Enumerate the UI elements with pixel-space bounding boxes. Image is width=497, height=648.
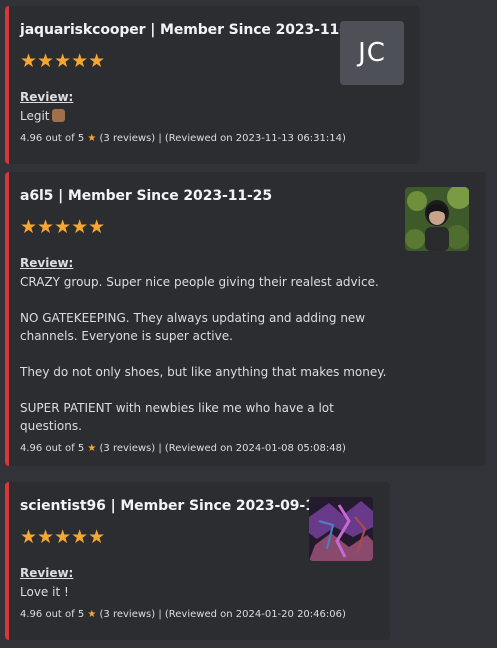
review-label: Review: <box>20 256 74 270</box>
footer-rating: 4.96 out of 5 <box>20 443 85 454</box>
star-rating: ★★★★★ <box>20 50 106 72</box>
review-title: jaquariskcooper | Member Since 2023-11-1… <box>20 22 365 38</box>
review-title: scientist96 | Member Since 2023-09-19 <box>20 498 325 514</box>
footer-details: (3 reviews) | (Reviewed on 2024-01-20 20… <box>99 609 346 620</box>
review-footer: 4.96 out of 5 ★ (3 reviews) | (Reviewed … <box>20 609 346 620</box>
star-icon: ★ <box>87 133 97 144</box>
footer-rating: 4.96 out of 5 <box>20 609 85 620</box>
star-icon: ★ <box>87 609 97 620</box>
avatar <box>405 187 469 251</box>
footer-details: (3 reviews) | (Reviewed on 2024-01-08 05… <box>99 443 346 454</box>
footer-details: (3 reviews) | (Reviewed on 2023-11-13 06… <box>99 133 346 144</box>
avatar <box>309 497 373 561</box>
review-footer: 4.96 out of 5 ★ (3 reviews) | (Reviewed … <box>20 133 346 144</box>
review-card: scientist96 | Member Since 2023-09-19 ★★… <box>5 482 390 640</box>
review-text: Love it ! <box>20 585 69 599</box>
review-footer: 4.96 out of 5 ★ (3 reviews) | (Reviewed … <box>20 443 346 454</box>
review-card: a6l5 | Member Since 2023-11-25 ★★★★★ Rev… <box>5 172 486 466</box>
review-label: Review: <box>20 90 74 104</box>
review-title: a6l5 | Member Since 2023-11-25 <box>20 188 272 204</box>
star-rating: ★★★★★ <box>20 526 106 548</box>
star-icon: ★ <box>87 443 97 454</box>
review-card: jaquariskcooper | Member Since 2023-11-1… <box>5 6 420 164</box>
review-label: Review: <box>20 566 74 580</box>
review-text: Legit <box>20 107 400 125</box>
star-rating: ★★★★★ <box>20 216 106 238</box>
footer-rating: 4.96 out of 5 <box>20 133 85 144</box>
avatar: JC <box>340 21 404 85</box>
thumbs-up-icon <box>51 109 65 122</box>
review-text: CRAZY group. Super nice people giving th… <box>20 275 387 433</box>
review-text-content: Legit <box>20 109 50 123</box>
